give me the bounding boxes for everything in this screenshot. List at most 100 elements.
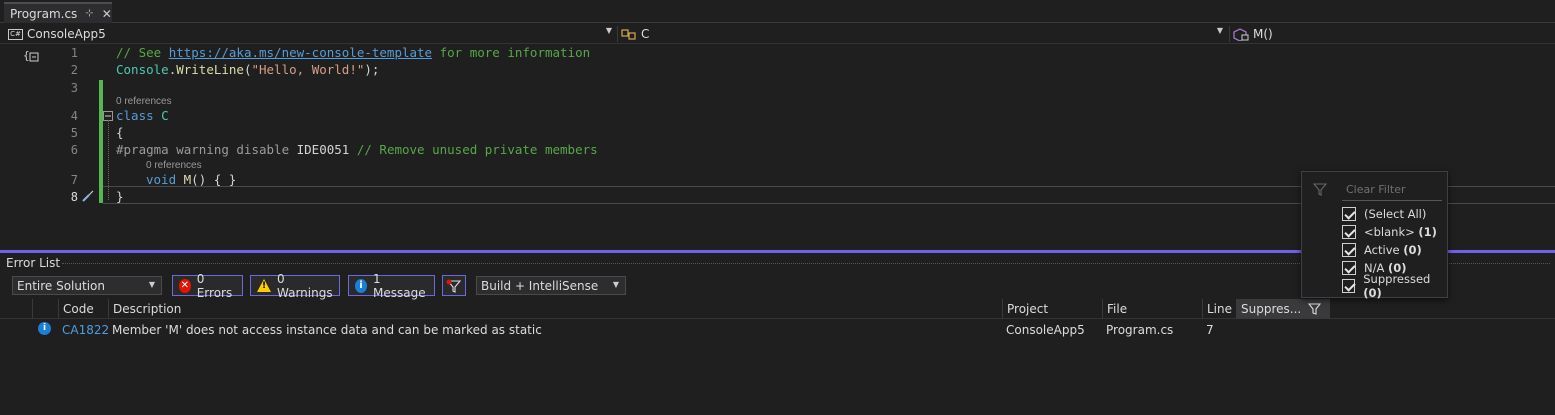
line-number: 7	[70, 173, 78, 187]
option-label: Suppressed	[1363, 272, 1431, 286]
codelens-references[interactable]: 0 references	[146, 160, 202, 171]
tab-program-cs[interactable]: Program.cs ⊹ ✕	[4, 2, 112, 23]
messages-toggle-button[interactable]: i 1 Message	[348, 272, 435, 300]
option-label: (Select All)	[1364, 207, 1427, 221]
line-number: 6	[70, 143, 78, 157]
quick-actions-screwdriver-icon[interactable]	[80, 188, 96, 204]
filter-option-select-all[interactable]: (Select All)	[1342, 206, 1426, 222]
column-header-row: Code Description Project File Line Suppr…	[0, 299, 1555, 319]
column-severity[interactable]	[32, 299, 58, 319]
filter-option-suppressed[interactable]: Suppressed (0)	[1342, 272, 1447, 300]
warning-icon: !	[257, 279, 271, 292]
codelens-references[interactable]: 0 references	[116, 96, 172, 107]
build-filter-dropdown[interactable]: Build + IntelliSense ▼	[476, 276, 626, 295]
warnings-toggle-button[interactable]: ! 0 Warnings	[250, 272, 340, 300]
diagnostic-id: IDE0051	[296, 142, 350, 157]
class-icon	[621, 29, 636, 40]
filter-funnel-icon	[1312, 183, 1328, 196]
checkbox[interactable]	[1342, 243, 1356, 257]
code-line-2[interactable]: Console.WriteLine("Hello, World!");	[116, 62, 379, 77]
column-description[interactable]: Description	[108, 299, 1002, 319]
member-dropdown[interactable]: M()	[1233, 24, 1553, 44]
row-code-link[interactable]: CA1822	[62, 320, 109, 340]
line-number: 8	[70, 190, 78, 204]
comment: for more information	[432, 45, 591, 60]
checkbox[interactable]	[1342, 279, 1356, 293]
code-line-1[interactable]: // See https://aka.ms/new-console-templa…	[116, 45, 590, 60]
clear-filter-button[interactable]: Clear Filter	[1346, 183, 1406, 196]
method-icon	[1233, 27, 1249, 41]
template-link[interactable]: https://aka.ms/new-console-template	[169, 45, 432, 60]
code-line-4[interactable]: class C	[116, 108, 169, 123]
chevron-down-icon: ▼	[1216, 26, 1223, 35]
code-line-7[interactable]: void M() { }	[146, 172, 236, 187]
line-number: 1	[70, 46, 78, 60]
build-filter-value: Build + IntelliSense	[481, 278, 599, 293]
option-label: <blank>	[1364, 225, 1415, 239]
column-code[interactable]: Code	[58, 299, 108, 319]
svg-text:{: {	[23, 49, 30, 62]
change-tracking-bar	[99, 80, 103, 203]
console-type: Console	[116, 62, 169, 77]
type-name: C	[641, 27, 650, 41]
pin-icon[interactable]: ⊹	[85, 8, 93, 19]
info-icon: i	[38, 322, 51, 335]
outline-collapse-icon[interactable]: {	[23, 48, 41, 64]
member-name: M()	[1253, 27, 1273, 41]
punctuation: () { }	[191, 172, 237, 187]
error-icon: ✕	[179, 278, 191, 293]
row-project: ConsoleApp5	[1006, 323, 1085, 337]
line-number: 2	[70, 63, 78, 77]
column-project[interactable]: Project	[1002, 299, 1102, 319]
comment: // See	[116, 45, 169, 60]
string-literal: "Hello, World!"	[251, 62, 365, 77]
filter-option-blank[interactable]: <blank> (1)	[1342, 224, 1437, 240]
option-count: (1)	[1418, 225, 1437, 239]
nav-separator	[1229, 26, 1230, 42]
filter-toggle-button[interactable]	[442, 275, 466, 296]
row-description: Member 'M' does not access instance data…	[112, 323, 542, 337]
scope-value: Entire Solution	[17, 278, 105, 293]
navigation-bar: C# ConsoleApp5 ▼ C ▼ M()	[0, 24, 1555, 44]
column-suppression-label: Suppres...	[1241, 302, 1302, 316]
row-line: 7	[1206, 323, 1214, 337]
option-count: (0)	[1403, 243, 1422, 257]
scope-dropdown[interactable]: Entire Solution ▼	[12, 276, 162, 295]
column-file[interactable]: File	[1102, 299, 1202, 319]
checkbox[interactable]	[1342, 207, 1356, 221]
divider	[1342, 200, 1442, 201]
line-number: 3	[70, 81, 78, 95]
comment: // Remove unused private members	[356, 142, 598, 157]
column-suppression-state[interactable]: Suppres...	[1236, 299, 1330, 319]
column-filter-icon[interactable]	[1308, 303, 1321, 315]
punctuation: );	[364, 62, 380, 77]
panel-title: Error List	[6, 256, 61, 270]
suppression-filter-popup: Clear Filter (Select All) <blank> (1) Ac…	[1301, 171, 1448, 300]
pragma-directive: #pragma warning disable	[116, 142, 290, 157]
document-tab-strip: Program.cs ⊹ ✕	[0, 0, 1555, 23]
project-dropdown[interactable]: C# ConsoleApp5 ▼	[8, 24, 616, 44]
filter-option-active[interactable]: Active (0)	[1342, 242, 1422, 258]
close-icon[interactable]: ✕	[102, 7, 112, 21]
code-line-5[interactable]: {	[116, 125, 124, 140]
errors-label: 0 Errors	[196, 271, 233, 300]
warnings-label: 0 Warnings	[277, 271, 333, 300]
chevron-down-icon: ▼	[605, 26, 612, 35]
code-line-6[interactable]: #pragma warning disable IDE0051 // Remov…	[116, 142, 598, 157]
checkbox[interactable]	[1342, 261, 1356, 275]
line-number: 5	[70, 126, 78, 140]
keyword: void	[146, 172, 177, 187]
messages-label: 1 Message	[373, 271, 426, 300]
line-number: 4	[70, 109, 78, 123]
filter-funnel-icon	[446, 279, 462, 293]
column-line[interactable]: Line	[1202, 299, 1236, 319]
chevron-down-icon: ▼	[148, 280, 155, 289]
errors-toggle-button[interactable]: ✕ 0 Errors	[172, 272, 243, 300]
info-icon: i	[355, 278, 368, 293]
type-dropdown[interactable]: C ▼	[621, 24, 1227, 44]
tab-title: Program.cs	[10, 6, 78, 21]
row-file: Program.cs	[1106, 323, 1174, 337]
csharp-project-icon: C#	[8, 28, 23, 40]
checkbox[interactable]	[1342, 225, 1356, 239]
class-name: C	[161, 108, 169, 123]
